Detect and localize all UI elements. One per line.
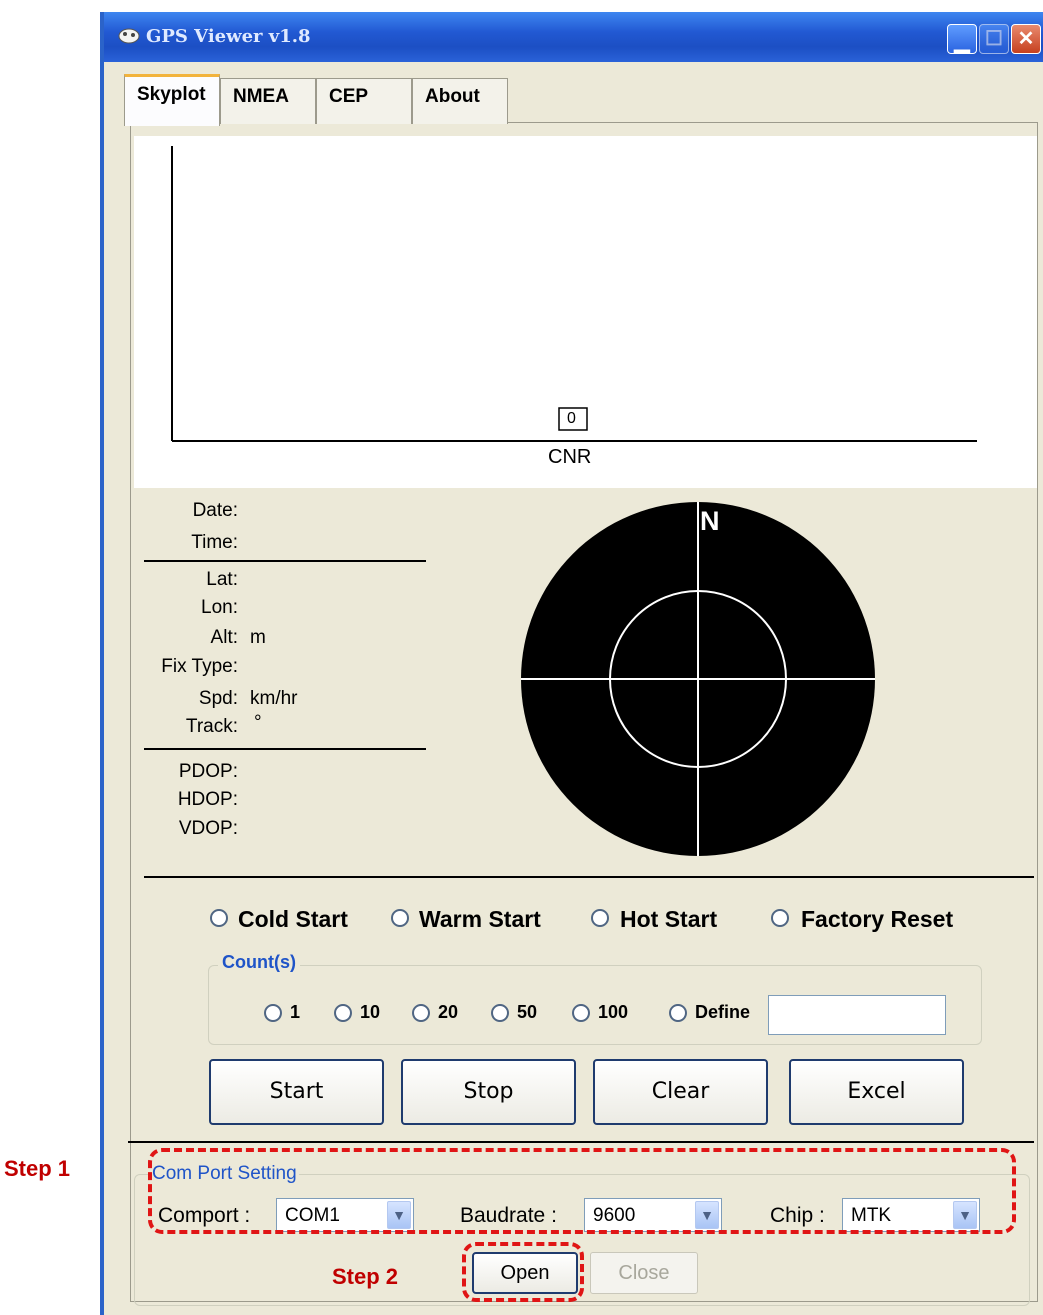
tab-cep[interactable]: CEP [316, 78, 412, 124]
factory-reset-radio[interactable] [771, 909, 789, 927]
pdop-label: PDOP: [178, 761, 238, 782]
start-button[interactable]: Start [209, 1059, 384, 1125]
count-50-label: 50 [517, 1002, 538, 1022]
count-10-radio[interactable] [334, 1004, 352, 1022]
count-group-title: Count(s) [218, 952, 300, 973]
cold-start-radio[interactable] [210, 909, 228, 927]
maximize-icon: ☐ [985, 28, 1003, 50]
track-label: Track: [185, 716, 238, 737]
close-port-button[interactable]: Close [590, 1252, 698, 1294]
cnr-axis-label: CNR [548, 446, 592, 468]
skyplot [521, 502, 875, 856]
factory-reset-label: Factory Reset [801, 906, 954, 932]
excel-button[interactable]: Excel [789, 1059, 964, 1125]
hdop-label: HDOP: [177, 789, 238, 810]
alt-unit: m [250, 627, 266, 648]
count-20-radio[interactable] [412, 1004, 430, 1022]
speed-unit: km/hr [250, 688, 298, 709]
tab-about[interactable]: About [412, 78, 508, 124]
cold-start-label: Cold Start [238, 906, 348, 932]
count-20-label: 20 [438, 1002, 459, 1022]
track-unit: ° [254, 712, 262, 733]
count-100-radio[interactable] [572, 1004, 590, 1022]
tab-label: CEP [329, 86, 369, 107]
warm-start-radio[interactable] [391, 909, 409, 927]
fix-type-label: Fix Type: [161, 656, 238, 677]
count-define-radio[interactable] [669, 1004, 687, 1022]
count-100-label: 100 [598, 1002, 629, 1022]
count-define-label: Define [695, 1002, 751, 1022]
window-title: GPS Viewer v1.8 [146, 26, 311, 47]
tab-label: NMEA [233, 86, 289, 107]
define-count-input[interactable] [768, 995, 946, 1035]
lat-label: Lat: [206, 569, 238, 590]
title-bar[interactable]: GPS Viewer v1.8 ▁ ☐ ✕ [104, 12, 1043, 62]
tab-label: Skyplot [137, 84, 206, 105]
info-divider [144, 560, 426, 562]
lon-label: Lon: [201, 597, 238, 618]
minimize-icon: ▁ [954, 31, 970, 53]
north-label: N [700, 506, 720, 536]
app-window: GPS Viewer v1.8 ▁ ☐ ✕ Skyplot NMEA CEP A… [100, 12, 1043, 1315]
step-1-label: Step 1 [4, 1156, 71, 1181]
tab-nmea[interactable]: NMEA [220, 78, 316, 124]
tab-label: About [425, 86, 480, 107]
maximize-button[interactable]: ☐ [979, 24, 1009, 54]
close-icon: ✕ [1017, 28, 1035, 50]
section-divider [128, 1141, 1034, 1143]
date-label: Date: [192, 500, 238, 521]
minimize-button[interactable]: ▁ [947, 24, 977, 54]
time-label: Time: [191, 532, 238, 553]
count-10-label: 10 [360, 1002, 381, 1022]
hot-start-radio[interactable] [591, 909, 609, 927]
section-divider [144, 876, 1034, 878]
count-50-radio[interactable] [491, 1004, 509, 1022]
close-window-button[interactable]: ✕ [1011, 24, 1041, 54]
cnr-bar-label: 0 [567, 410, 576, 427]
clear-button[interactable]: Clear [593, 1059, 768, 1125]
count-1-radio[interactable] [264, 1004, 282, 1022]
close-port-button-label: Close [618, 1262, 670, 1284]
info-divider [144, 748, 426, 750]
warm-start-label: Warm Start [419, 906, 541, 932]
count-1-label: 1 [290, 1002, 301, 1022]
step-2-label: Step 2 [332, 1264, 399, 1289]
vdop-label: VDOP: [178, 818, 238, 839]
hot-start-label: Hot Start [620, 906, 718, 932]
cnr-chart-axes [171, 146, 977, 442]
speed-label: Spd: [198, 688, 238, 709]
cnr-chart: 0 CNR [134, 136, 1037, 488]
stop-button[interactable]: Stop [401, 1059, 576, 1125]
alt-label: Alt: [210, 627, 238, 648]
step-1-highlight [148, 1148, 1016, 1234]
step-2-highlight [462, 1242, 584, 1302]
tab-skyplot[interactable]: Skyplot [124, 74, 220, 126]
app-icon [118, 26, 140, 49]
